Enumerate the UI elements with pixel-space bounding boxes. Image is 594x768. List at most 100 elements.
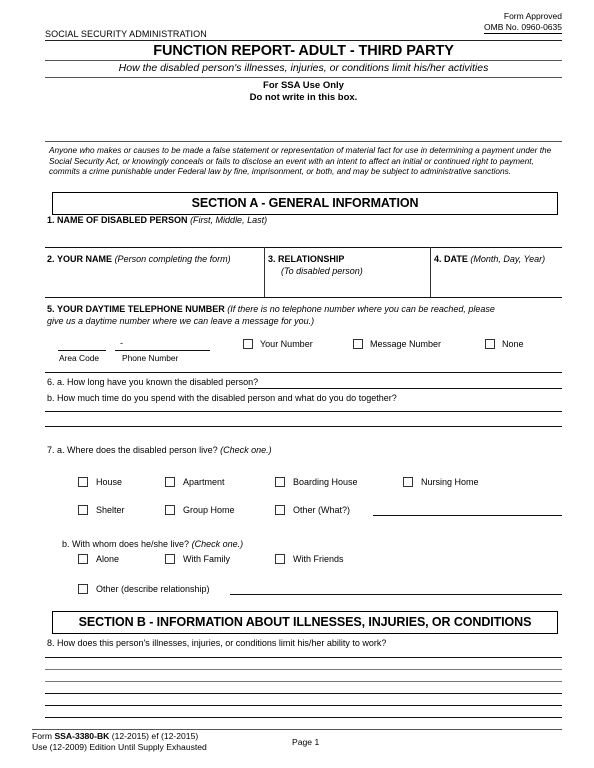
phone-number-input-line[interactable] — [115, 350, 210, 351]
question-8-input-line-6[interactable] — [45, 717, 562, 718]
question-1-hint: (First, Middle, Last) — [190, 215, 268, 225]
checkbox-group-home-label: Group Home — [183, 505, 235, 515]
question-3-label: 3. RELATIONSHIP — [268, 253, 344, 265]
checkbox-apartment-label: Apartment — [183, 477, 225, 487]
question-4-number: 4. — [434, 254, 442, 264]
question-6b-text: b. How much time do you spend with the d… — [47, 393, 397, 403]
checkbox-other-relationship-label: Other (describe relationship) — [96, 584, 210, 594]
checkbox-shelter[interactable] — [78, 505, 88, 515]
checkbox-your-number-label: Your Number — [260, 339, 313, 349]
question-7b-label: b. With whom does he/she live? (Check on… — [62, 538, 243, 550]
form-approved-text: Form Approved — [503, 11, 562, 21]
question-4-hint: (Month, Day, Year) — [470, 254, 546, 264]
question-6b-input-line-2[interactable] — [45, 426, 562, 427]
question-6a-text: 6. a. How long have you known the disabl… — [47, 377, 259, 387]
q3-q4-divider — [430, 247, 431, 297]
footer-page-number: Page 1 — [292, 737, 320, 747]
checkbox-boarding-house[interactable] — [275, 477, 285, 487]
checkbox-house-label: House — [96, 477, 123, 487]
omb-number: OMB No. 0960-0635 — [484, 22, 562, 34]
question-2-title: YOUR NAME — [57, 254, 113, 264]
question-1-number: 1. — [47, 215, 55, 225]
checkbox-other-what[interactable] — [275, 505, 285, 515]
ssa-use-box-bottom-rule — [45, 141, 562, 142]
checkbox-other-relationship[interactable] — [78, 584, 88, 594]
question-7a-other-input-line[interactable] — [373, 515, 562, 516]
question-8-input-line-5[interactable] — [45, 705, 562, 706]
header-rule-top — [45, 40, 562, 41]
question-2-hint: (Person completing the form) — [114, 254, 231, 264]
checkbox-other-what-label: Other (What?) — [293, 505, 351, 515]
question-1-label: 1. NAME OF DISABLED PERSON (First, Middl… — [47, 214, 267, 226]
checkbox-alone-label: Alone — [96, 554, 120, 564]
question-1-title: NAME OF DISABLED PERSON — [57, 215, 188, 225]
question-7a-text: 7. a. Where does the disabled person liv… — [47, 445, 218, 455]
question-5-title: YOUR DAYTIME TELEPHONE NUMBER — [57, 304, 225, 314]
footer-divider — [32, 729, 562, 730]
question-7b-other-input-line[interactable] — [230, 594, 562, 595]
agency-name: SOCIAL SECURITY ADMINISTRATION — [45, 29, 207, 39]
question-8-input-line-2[interactable] — [45, 669, 562, 670]
header-rule-mid — [45, 60, 562, 61]
form-page: Form Approved OMB No. 0960-0635 SOCIAL S… — [0, 0, 594, 768]
area-code-caption: Area Code — [59, 353, 100, 363]
checkbox-with-family[interactable] — [165, 554, 175, 564]
page-title: FUNCTION REPORT- ADULT - THIRD PARTY — [153, 43, 454, 59]
checkbox-message-number-label: Message Number — [370, 339, 442, 349]
checkbox-group-home[interactable] — [165, 505, 175, 515]
section-b-header: SECTION B - INFORMATION ABOUT ILLNESSES,… — [52, 611, 558, 634]
question-6-top-rule — [45, 372, 562, 373]
footer-form-prefix: Form — [32, 731, 55, 741]
question-7b-text: b. With whom does he/she live? — [62, 539, 190, 549]
phone-number-caption: Phone Number — [122, 353, 179, 363]
question-6a-input-line[interactable] — [248, 388, 562, 389]
checkbox-nursing-home[interactable] — [403, 477, 413, 487]
question-1-input-line[interactable] — [45, 247, 562, 248]
question-5-number: 5. — [47, 304, 55, 314]
checkbox-alone[interactable] — [78, 554, 88, 564]
question-8-input-line-4[interactable] — [45, 693, 562, 694]
ssa-use-only-block: For SSA Use Only Do not write in this bo… — [45, 80, 562, 104]
checkbox-with-family-label: With Family — [183, 554, 230, 564]
question-2-label: 2. YOUR NAME (Person completing the form… — [47, 253, 231, 265]
checkbox-apartment[interactable] — [165, 477, 175, 487]
footer-form-line: Form SSA-3380-BK (12-2015) ef (12-2015) — [32, 731, 207, 742]
question-3-title: RELATIONSHIP — [278, 254, 345, 264]
ssa-use-only-line2: Do not write in this box. — [249, 92, 358, 103]
checkbox-message-number[interactable] — [353, 339, 363, 349]
question-5-hint-line2: give us a daytime number where we can le… — [47, 316, 315, 326]
question-2-4-bottom-line[interactable] — [45, 297, 562, 298]
question-7b-hint: (Check one.) — [191, 539, 244, 549]
checkbox-nursing-home-label: Nursing Home — [421, 477, 479, 487]
area-code-input-line[interactable] — [58, 350, 106, 351]
q2-q3-divider — [264, 247, 265, 297]
section-a-header: SECTION A - GENERAL INFORMATION — [52, 192, 558, 215]
checkbox-shelter-label: Shelter — [96, 505, 125, 515]
question-7a-label: 7. a. Where does the disabled person liv… — [47, 444, 272, 456]
footer-form-id: SSA-3380-BK — [54, 731, 110, 741]
question-5-hint-line1: (If there is no telephone number where y… — [227, 304, 495, 314]
question-4-label: 4. DATE (Month, Day, Year) — [434, 253, 545, 265]
phone-dash: - — [120, 338, 123, 348]
footer-form-suffix: (12-2015) ef (12-2015) — [109, 731, 199, 741]
question-7a-hint: (Check one.) — [220, 445, 272, 455]
checkbox-none[interactable] — [485, 339, 495, 349]
question-3-number: 3. — [268, 254, 276, 264]
checkbox-with-friends-label: With Friends — [293, 554, 344, 564]
question-4-title: DATE — [444, 254, 468, 264]
question-5-label: 5. YOUR DAYTIME TELEPHONE NUMBER (If the… — [47, 303, 495, 315]
question-8-input-line-3[interactable] — [45, 681, 562, 682]
checkbox-boarding-house-label: Boarding House — [293, 477, 358, 487]
question-6b-input-line-1[interactable] — [45, 411, 562, 412]
question-2-number: 2. — [47, 254, 55, 264]
header-rule-bottom — [45, 77, 562, 78]
checkbox-your-number[interactable] — [243, 339, 253, 349]
page-subtitle: How the disabled person's illnesses, inj… — [118, 62, 489, 74]
checkbox-none-label: None — [502, 339, 524, 349]
checkbox-house[interactable] — [78, 477, 88, 487]
question-8-input-line-1[interactable] — [45, 657, 562, 658]
penalty-warning-text: Anyone who makes or causes to be made a … — [49, 145, 552, 177]
checkbox-with-friends[interactable] — [275, 554, 285, 564]
ssa-use-only-line1: For SSA Use Only — [263, 80, 344, 91]
footer-edition-note: Use (12-2009) Edition Until Supply Exhau… — [32, 742, 207, 752]
